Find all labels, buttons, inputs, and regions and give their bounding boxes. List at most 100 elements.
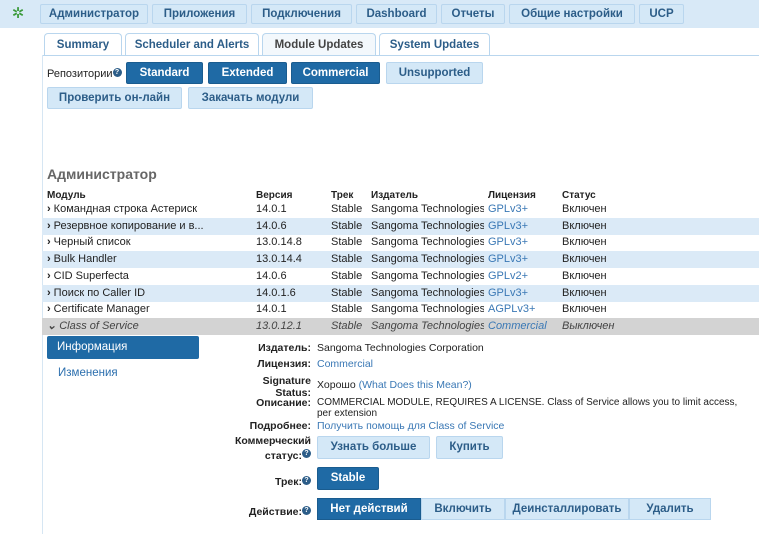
publisher-label: Издатель:	[258, 342, 311, 354]
signature-status: Хорошо	[317, 379, 356, 391]
chevron-right-icon[interactable]: ›	[47, 253, 51, 265]
license-cell[interactable]: AGPLv3+	[488, 301, 558, 318]
more-label: Подробнее:	[249, 420, 311, 432]
license-cell[interactable]: GPLv3+	[488, 234, 558, 251]
nav-applications[interactable]: Приложения	[152, 4, 247, 24]
table-row[interactable]: ⌄ Class of Service 13.0.12.1 Stable Sangoma …	[42, 317, 759, 335]
nav-admin[interactable]: Администратор	[40, 4, 148, 24]
license-cell[interactable]: GPLv3+	[488, 218, 558, 235]
status-cell: Выключен	[562, 319, 615, 332]
license-cell[interactable]: GPLv3+	[488, 285, 558, 302]
track-cell: Stable	[331, 269, 363, 282]
module-name-cell: › CID Superfecta	[47, 268, 232, 285]
signature-label: Signature Status:	[262, 375, 311, 399]
chevron-down-icon[interactable]: ⌄	[47, 320, 56, 332]
info-tab[interactable]: Информация	[47, 336, 199, 359]
module-name: Certificate Manager	[53, 303, 150, 316]
chevron-right-icon[interactable]: ›	[47, 236, 51, 248]
license-link[interactable]: Commercial	[317, 358, 373, 370]
description-value: COMMERCIAL MODULE, REQUIRES A LICENSE. C…	[317, 397, 738, 419]
publisher-value: Sangoma Technologies Corporation	[317, 342, 484, 354]
chevron-right-icon[interactable]: ›	[47, 287, 51, 299]
track-cell: Stable	[331, 303, 363, 316]
module-name-cell: › Bulk Handler	[47, 251, 232, 268]
chevron-right-icon[interactable]: ›	[47, 220, 51, 232]
description-label: Описание:	[256, 397, 311, 409]
help-icon[interactable]: ?	[302, 476, 311, 485]
tab-system-updates[interactable]: System Updates	[379, 33, 490, 56]
help-link[interactable]: Получить помощь для Class of Service	[317, 420, 504, 432]
buy-button[interactable]: Купить	[436, 436, 503, 459]
status-cell: Включен	[562, 219, 607, 232]
chevron-right-icon[interactable]: ›	[47, 270, 51, 282]
section-title: Администратор	[47, 166, 157, 182]
track-cell: Stable	[331, 319, 363, 332]
chevron-right-icon[interactable]: ›	[47, 203, 51, 215]
module-name: Bulk Handler	[53, 253, 117, 266]
repo-commercial-button[interactable]: Commercial	[291, 62, 380, 84]
license-cell[interactable]: Commercial	[488, 318, 558, 335]
signature-value: Хорошо (What Does this Mean?)	[317, 379, 472, 391]
repos-label: Репозитории?	[47, 68, 122, 80]
publisher-cell: Sangoma Technologies	[371, 269, 484, 282]
table-row[interactable]: › Командная строка Астериск 14.0.1 Stable Sa…	[42, 201, 759, 218]
status-cell: Включен	[562, 303, 607, 316]
tab-module-updates[interactable]: Module Updates	[262, 33, 376, 56]
version-cell: 13.0.14.8	[256, 236, 302, 249]
module-name-cell: › Certificate Manager	[47, 301, 232, 318]
license-cell[interactable]: GPLv2+	[488, 268, 558, 285]
table-row[interactable]: › Черный список 13.0.14.8 Stable Sangoma Tec…	[42, 234, 759, 251]
module-name-cell: ⌄ Class of Service	[47, 318, 232, 335]
version-cell: 13.0.12.1	[256, 319, 302, 332]
track-cell: Stable	[331, 236, 363, 249]
help-icon[interactable]: ?	[302, 449, 311, 458]
nav-reports[interactable]: Отчеты	[441, 4, 505, 24]
module-name: Поиск по Caller ID	[53, 286, 146, 299]
license-cell[interactable]: GPLv3+	[488, 251, 558, 268]
upload-modules-button[interactable]: Закачать модули	[188, 87, 313, 109]
nav-ucp[interactable]: UCP	[639, 4, 684, 24]
nav-connectivity[interactable]: Подключения	[251, 4, 352, 24]
help-icon[interactable]: ?	[302, 506, 311, 515]
license-cell[interactable]: GPLv3+	[488, 201, 558, 218]
col-publisher: Издатель	[371, 190, 419, 201]
module-name: Черный список	[53, 236, 131, 249]
check-online-button[interactable]: Проверить он-лайн	[47, 87, 182, 109]
status-cell: Включен	[562, 286, 607, 299]
nav-settings[interactable]: Общие настройки	[509, 4, 635, 24]
publisher-cell: Sangoma Technologies	[371, 286, 484, 299]
table-row[interactable]: › Certificate Manager 14.0.1 Stable Sangoma …	[42, 301, 759, 318]
track-cell: Stable	[331, 203, 363, 215]
col-license: Лицензия	[488, 190, 536, 201]
action-uninstall-button[interactable]: Деинсталлировать	[505, 498, 629, 520]
freepbx-logo-icon[interactable]: ✲	[6, 4, 30, 24]
status-cell: Включен	[562, 269, 607, 282]
repo-standard-button[interactable]: Standard	[126, 62, 203, 84]
table-row[interactable]: › Поиск по Caller ID 14.0.1.6 Stable Sangoma…	[42, 284, 759, 302]
table-row[interactable]: › Bulk Handler 13.0.14.4 Stable Sangoma Tech…	[42, 251, 759, 269]
learn-more-button[interactable]: Узнать больше	[317, 436, 430, 459]
col-track: Трек	[331, 190, 354, 201]
action-remove-button[interactable]: Удалить	[629, 498, 711, 520]
tab-scheduler[interactable]: Scheduler and Alerts	[125, 33, 259, 56]
nav-dashboard[interactable]: Dashboard	[356, 4, 437, 24]
changes-tab[interactable]: Изменения	[58, 367, 118, 379]
repo-unsupported-button[interactable]: Unsupported	[386, 62, 483, 84]
track-stable-button[interactable]: Stable	[317, 467, 379, 490]
col-module: Модуль	[47, 190, 86, 201]
action-none-button[interactable]: Нет действий	[317, 498, 421, 520]
version-cell: 13.0.14.4	[256, 253, 302, 266]
table-row[interactable]: › CID Superfecta 14.0.6 Stable Sangoma Techn…	[42, 268, 759, 285]
help-icon[interactable]: ?	[112, 68, 122, 77]
repo-extended-button[interactable]: Extended	[208, 62, 287, 84]
table-row[interactable]: › Резервное копирование и в... 14.0.6 Stabl…	[42, 217, 759, 235]
module-name-cell: › Командная строка Астериск	[47, 201, 232, 218]
signature-help-link[interactable]: (What Does this Mean?)	[359, 379, 472, 391]
tab-summary[interactable]: Summary	[44, 33, 122, 56]
repos-label-text: Репозитории	[47, 68, 113, 80]
publisher-cell: Sangoma Technologies	[371, 303, 484, 316]
chevron-right-icon[interactable]: ›	[47, 303, 51, 315]
action-enable-button[interactable]: Включить	[421, 498, 505, 520]
module-name: CID Superfecta	[53, 269, 129, 282]
publisher-cell: Sangoma Technologies	[371, 203, 484, 215]
